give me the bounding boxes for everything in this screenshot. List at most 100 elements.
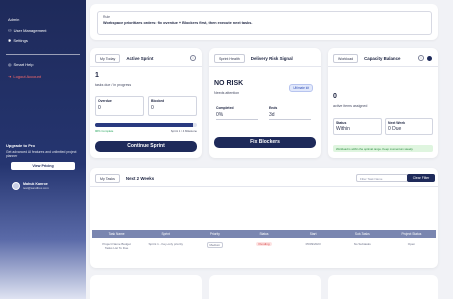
tasks-title: Next 2 Weeks	[125, 176, 155, 181]
next-week-value: 0 Due	[388, 126, 402, 132]
column-header[interactable]: Project Status	[387, 230, 436, 238]
completed-value: 0%	[216, 112, 258, 120]
overdue-box: Overdue 0	[95, 96, 144, 116]
continue-sprint-button[interactable]: Continue Sprint	[95, 141, 197, 152]
sidebar-item-label: Admin	[8, 17, 20, 22]
priority-cell: Medium	[190, 240, 239, 252]
sprint-cell: Sprint 1 - Key-only priority	[148, 242, 183, 246]
sidebar-item-admin[interactable]: Admin	[8, 17, 19, 22]
completed-label: Completed	[216, 106, 234, 110]
status-label: Status	[336, 121, 347, 125]
delivery-risk-card: Sprint Health Delivery Risk Signal NO RI…	[209, 48, 321, 158]
tab-workload[interactable]: Workload	[333, 54, 359, 63]
risk-badge: Ultimate kit	[289, 84, 313, 92]
next-week-label: Next Week	[388, 121, 406, 125]
column-header[interactable]: Task Name	[92, 230, 141, 238]
logout-icon: ⇥	[8, 74, 12, 79]
blocked-label: Blocked	[151, 99, 165, 103]
rule-text: Workspace prioritizes orders: fix overdu…	[103, 21, 253, 25]
sprint-count: 1	[95, 72, 99, 79]
capacity-balance-card: Workload Capacity Balance i 0 active ite…	[328, 48, 438, 158]
column-header[interactable]: Sub-Tasks	[338, 230, 387, 238]
column-header[interactable]: Sprint	[141, 230, 190, 238]
clear-filter-button[interactable]: Clear Filter	[407, 174, 435, 182]
sprint-progress-fill	[95, 123, 193, 127]
next-week-box: Next Week 0 Due	[385, 118, 433, 135]
sidebar-item-user-management[interactable]: ⚇ User Management	[8, 28, 47, 33]
bottom-card	[328, 275, 438, 299]
sprint-progress-bar	[95, 123, 197, 127]
sidebar-item-smart-help[interactable]: ◎ Smart Help	[8, 62, 34, 67]
sidebar-item-label: Smart Help	[13, 62, 34, 67]
status-box: Status Within	[333, 118, 382, 135]
blocked-box: Blocked 0	[148, 96, 197, 116]
divider	[90, 186, 438, 187]
card-title: Capacity Balance	[364, 56, 401, 61]
sidebar-item-label: User Management	[13, 28, 47, 33]
tasks-panel: My Tasks Next 2 Weeks Filter Task Name C…	[90, 168, 438, 268]
sidebar-divider	[6, 54, 80, 55]
status-cell: Pending	[239, 240, 288, 252]
rule-note-field[interactable]: Rule Workspace prioritizes orders: fix o…	[97, 11, 432, 35]
avatar	[12, 182, 20, 190]
column-header[interactable]: Status	[239, 230, 288, 238]
blocked-value: 0	[151, 105, 154, 111]
risk-subtitle: Needs attention	[214, 91, 240, 95]
upgrade-description: Get advanced AI features and unlimited p…	[6, 150, 77, 159]
tab-sprint-health[interactable]: Sprint Health	[214, 54, 245, 63]
start-cell: 05/09/2023	[305, 242, 321, 246]
fix-blockers-button[interactable]: Fix Blockers	[214, 137, 316, 148]
table-row[interactable]: Project Name Budget Tasks List To Due Sp…	[92, 240, 436, 252]
help-icon: ◎	[8, 62, 12, 67]
column-header[interactable]: Priority	[190, 230, 239, 238]
capacity-subtitle: active items assigned	[333, 104, 368, 108]
sidebar-item-settings[interactable]: ✱ Settings	[8, 38, 28, 43]
ends-label: Ends	[269, 106, 278, 110]
divider	[209, 66, 321, 67]
user-profile[interactable]: Mahuk Kanroe test@sandbox.com	[12, 182, 49, 190]
info-icon[interactable]: i	[418, 55, 424, 61]
sprint-subtitle: tasks due / in progress	[95, 83, 132, 87]
filter-task-input[interactable]: Filter Task Name	[356, 174, 408, 182]
capacity-note: Workload is within the optimal range. Ke…	[333, 145, 433, 152]
upgrade-panel: Upgrade to Pro Get advanced AI features …	[6, 143, 80, 171]
view-pricing-button[interactable]: View Pricing	[11, 162, 75, 171]
tab-my-tasks[interactable]: My Tasks	[95, 174, 120, 183]
users-icon: ⚇	[8, 28, 12, 33]
sidebar-item-label: Settings	[13, 38, 28, 43]
sidebar-item-logout[interactable]: ⇥ Logout Account	[8, 74, 41, 79]
risk-status: NO RISK	[214, 80, 244, 87]
user-email: test@sandbox.com	[23, 186, 49, 190]
capacity-count: 0	[333, 93, 337, 100]
active-sprint-card: My Today Active Sprint i 1 tasks due / i…	[90, 48, 202, 158]
status-value: Within	[336, 126, 350, 132]
info-icon[interactable]: i	[190, 55, 196, 61]
upgrade-title: Upgrade to Pro	[6, 143, 35, 148]
progress-left-label: 96% Complete	[95, 129, 114, 133]
overdue-label: Overdue	[98, 99, 112, 103]
overdue-value: 0	[98, 105, 101, 111]
divider	[90, 66, 202, 67]
sidebar: Admin ⚇ User Management ✱ Settings ◎ Sma…	[0, 0, 86, 299]
rule-label: Rule	[103, 15, 110, 19]
bottom-card	[209, 275, 321, 299]
table-header: Task Name Sprint Priority Status Start S…	[92, 230, 436, 238]
tab-my-today[interactable]: My Today	[95, 54, 121, 63]
card-title: Delivery Risk Signal	[250, 56, 293, 61]
rule-note-card: Rule Workspace prioritizes orders: fix o…	[90, 4, 438, 40]
menu-dot-icon[interactable]	[427, 56, 432, 61]
subtasks-cell: No Subtasks	[353, 242, 371, 246]
progress-right-label: Sprint 1 / 4 Milestone	[170, 129, 197, 133]
ends-value: 3d	[269, 112, 311, 120]
sidebar-item-label: Logout Account	[13, 74, 41, 79]
priority-badge: Medium	[206, 242, 224, 248]
status-badge: Pending	[256, 242, 272, 246]
task-name-secondary: Tasks List To Due	[104, 246, 129, 250]
gear-icon: ✱	[8, 38, 12, 43]
task-name-cell: Project Name Budget Tasks List To Due	[92, 240, 141, 252]
card-title: Active Sprint	[126, 56, 154, 61]
column-header[interactable]: Start	[289, 230, 338, 238]
bottom-card	[90, 275, 202, 299]
project-status-cell: Open	[407, 242, 416, 246]
divider	[328, 66, 438, 67]
